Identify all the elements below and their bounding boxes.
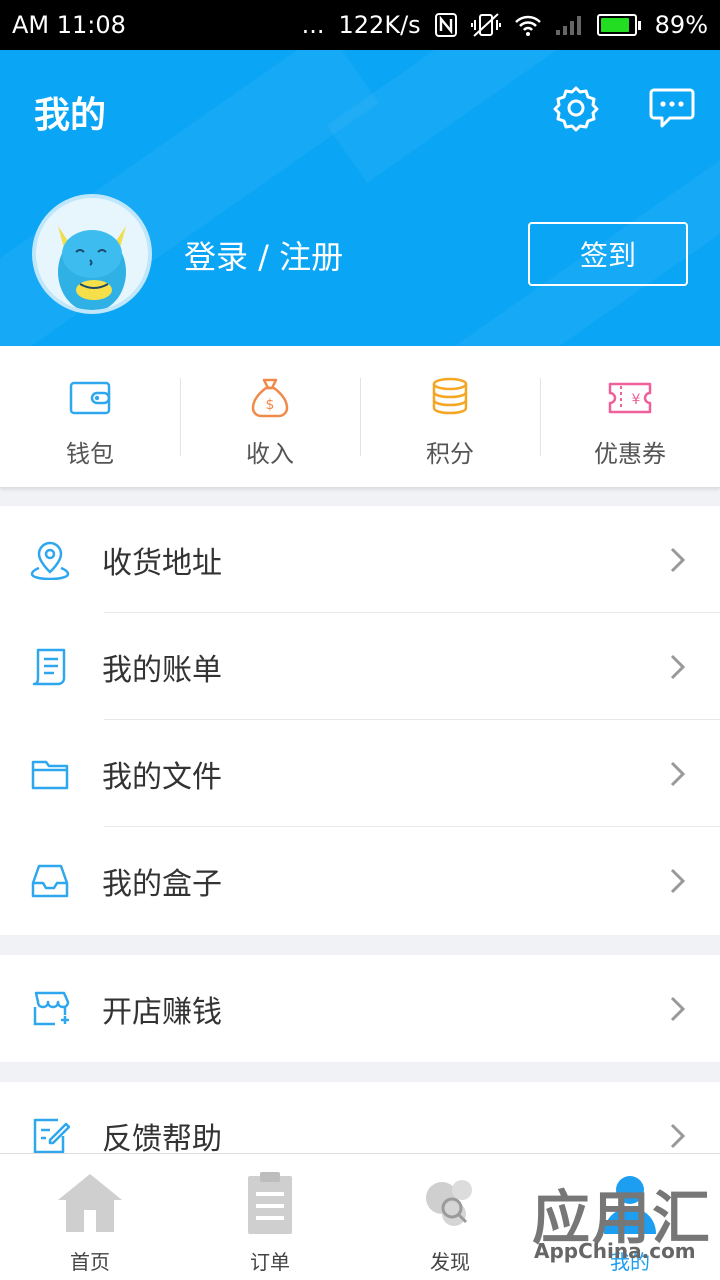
nav-label: 发现 <box>430 1250 470 1274</box>
gear-icon <box>553 86 599 132</box>
nav-tab-profile[interactable]: 我的 <box>540 1154 720 1280</box>
battery-icon <box>596 14 641 36</box>
monster-avatar-icon <box>36 198 148 310</box>
quick-action-label: 钱包 <box>66 440 114 468</box>
chevron-right-icon <box>670 547 686 572</box>
menu-item-label: 我的账单 <box>102 652 222 688</box>
quick-action-label: 收入 <box>246 440 294 468</box>
nav-tab-orders[interactable]: 订单 <box>180 1154 360 1280</box>
menu-item-box[interactable]: 我的盒子 <box>0 827 720 934</box>
chevron-right-icon <box>670 761 686 786</box>
menu-item-label: 收货地址 <box>102 545 222 581</box>
menu-item-label: 我的盒子 <box>102 866 222 902</box>
location-pin-icon <box>30 541 70 580</box>
chevron-right-icon <box>670 868 686 893</box>
login-register-link[interactable]: 登录 / 注册 <box>184 232 343 278</box>
chevron-right-icon <box>670 654 686 679</box>
signal-icon <box>555 14 583 36</box>
folder-icon <box>31 760 69 790</box>
network-speed: 122K/s <box>338 11 421 39</box>
coins-icon <box>432 377 468 415</box>
profile-header: 我的 登录 / 注册 签到 <box>0 50 720 346</box>
sign-in-button[interactable]: 签到 <box>528 222 688 286</box>
nav-tab-discover[interactable]: 发现 <box>360 1154 540 1280</box>
settings-button[interactable] <box>552 84 600 132</box>
status-dots: ... <box>301 11 325 39</box>
profile-icon <box>604 1176 656 1234</box>
menu-item-label: 反馈帮助 <box>102 1121 222 1157</box>
coupon-icon: ¥ <box>608 382 652 414</box>
quick-action-wallet[interactable]: 钱包 <box>0 346 180 487</box>
status-time: AM 11:08 <box>12 11 126 39</box>
clipboard-icon <box>248 1172 292 1234</box>
quick-action-label: 积分 <box>426 440 474 468</box>
mute-vibrate-icon <box>470 12 501 38</box>
quick-action-income[interactable]: $ 收入 <box>180 346 360 487</box>
menu-item-label: 开店赚钱 <box>102 994 222 1030</box>
page-title: 我的 <box>34 95 107 136</box>
nfc-icon <box>434 13 457 37</box>
wallet-icon <box>69 381 111 415</box>
svg-text:$: $ <box>266 397 275 413</box>
shop-icon <box>33 991 70 1026</box>
menu-group-shop: 开店赚钱 <box>0 955 720 1062</box>
status-bar: AM 11:08 ... 122K/s 89% <box>0 0 720 50</box>
inbox-icon <box>31 864 69 898</box>
menu-item-open-shop[interactable]: 开店赚钱 <box>0 955 720 1062</box>
menu-item-label: 我的文件 <box>102 759 222 795</box>
svg-text:¥: ¥ <box>632 392 641 408</box>
avatar[interactable] <box>32 194 152 314</box>
bottom-nav: 首页 订单 发现 我的 <box>0 1153 720 1280</box>
nav-label: 订单 <box>250 1250 290 1274</box>
battery-percent: 89% <box>654 11 708 39</box>
quick-action-points[interactable]: 积分 <box>360 346 540 487</box>
menu-item-bills[interactable]: 我的账单 <box>0 613 720 720</box>
menu-item-address[interactable]: 收货地址 <box>0 506 720 613</box>
wifi-icon <box>514 14 541 36</box>
menu-item-files[interactable]: 我的文件 <box>0 720 720 827</box>
quick-action-label: 优惠券 <box>594 440 666 468</box>
discover-icon <box>426 1180 472 1226</box>
quick-actions: 钱包 $ 收入 积分 ¥ 优惠券 <box>0 346 720 488</box>
feedback-icon <box>33 1118 70 1154</box>
menu-group-account: 收货地址 我的账单 我的文件 我的盒子 <box>0 506 720 935</box>
chevron-right-icon <box>670 1123 686 1148</box>
chevron-right-icon <box>670 996 686 1021</box>
messages-button[interactable] <box>648 84 696 132</box>
chat-bubble-icon <box>649 88 695 128</box>
nav-label: 首页 <box>70 1250 110 1274</box>
nav-tab-home[interactable]: 首页 <box>0 1154 180 1280</box>
quick-action-coupon[interactable]: ¥ 优惠券 <box>540 346 720 487</box>
bill-icon <box>32 648 66 686</box>
money-bag-icon: $ <box>251 378 289 418</box>
home-icon <box>58 1174 122 1232</box>
nav-label: 我的 <box>610 1250 650 1274</box>
